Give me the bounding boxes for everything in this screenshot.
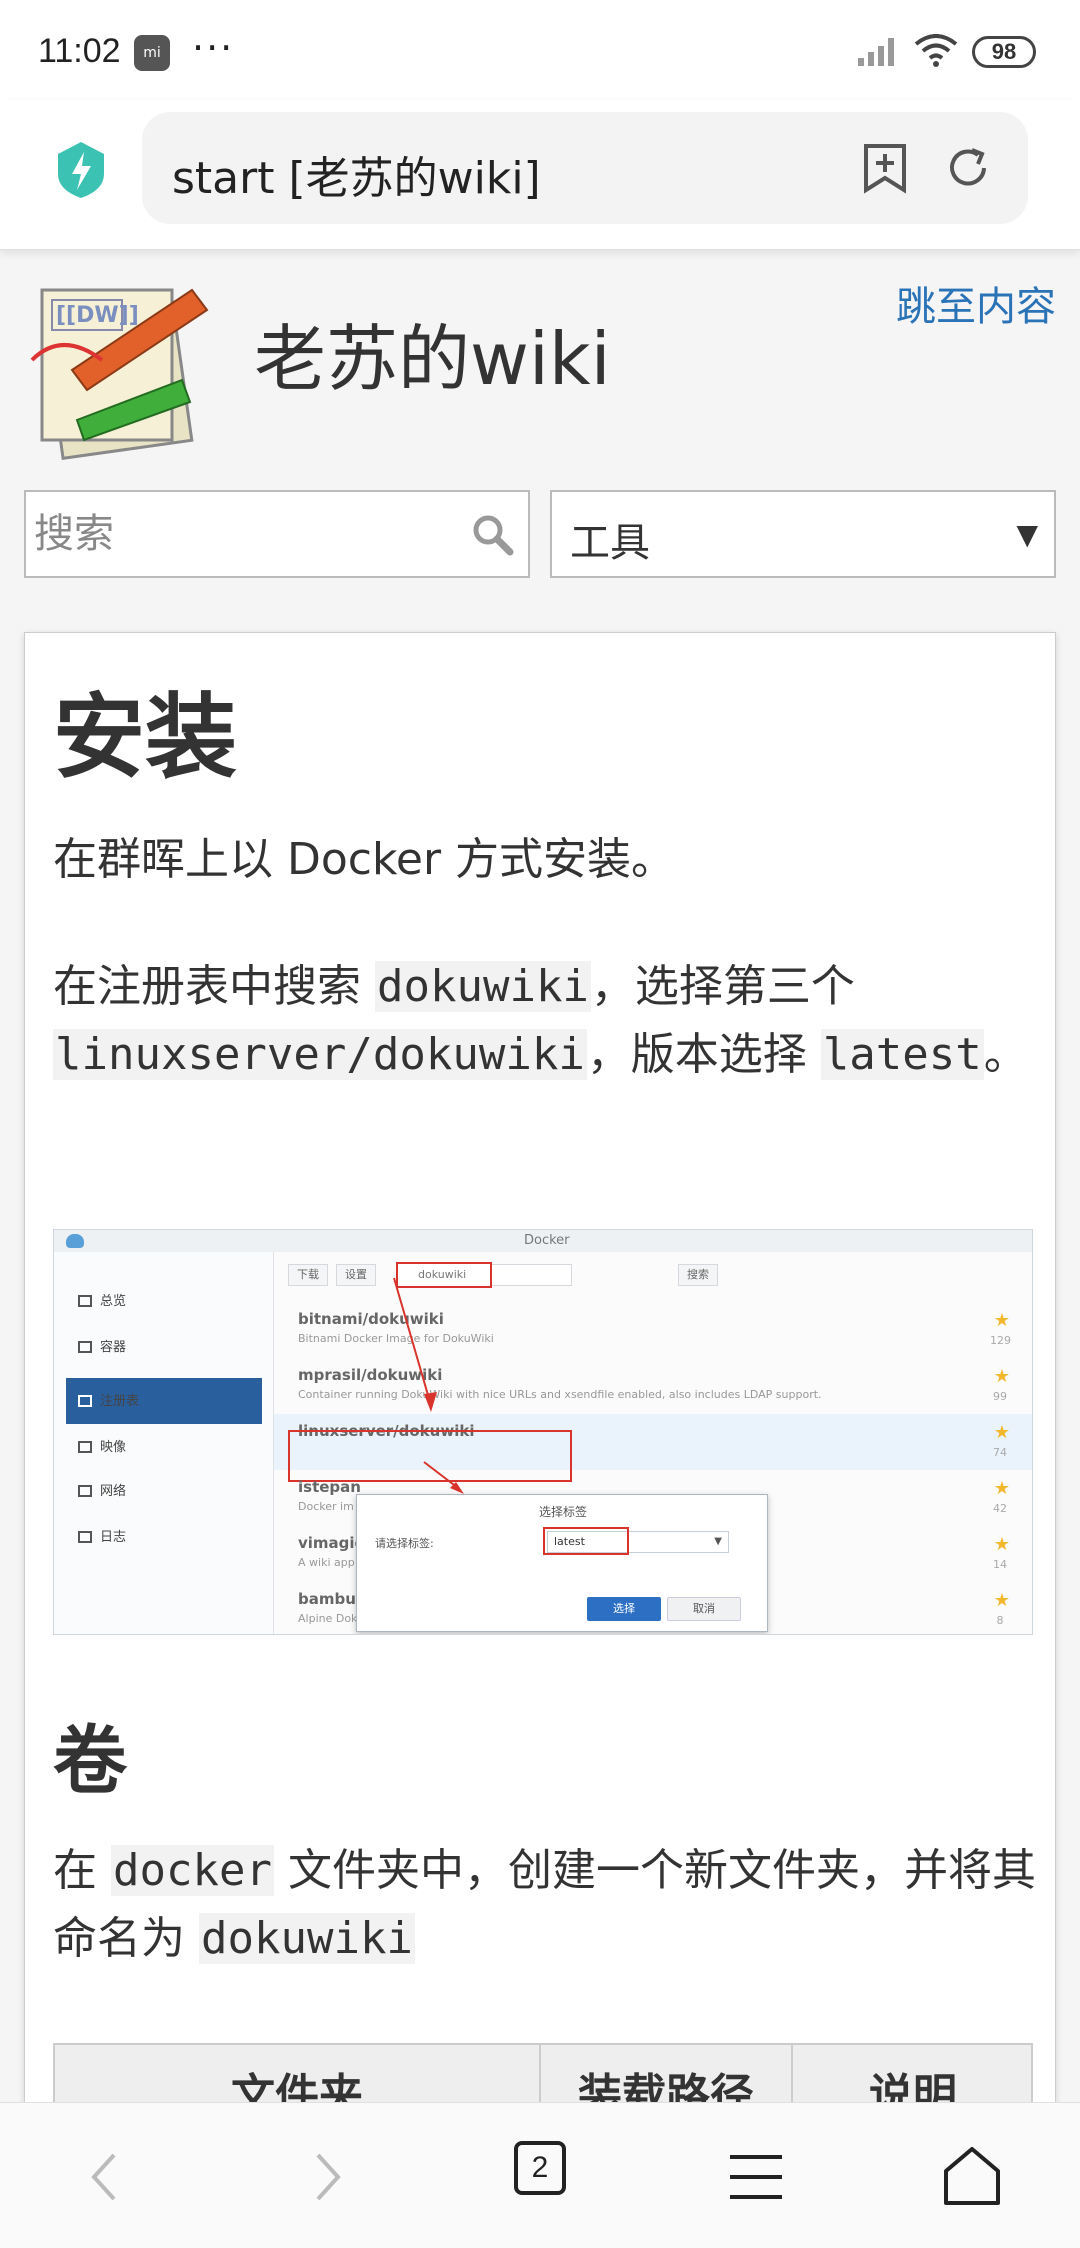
screenshot-titlebar: Docker	[54, 1230, 1032, 1252]
log-icon	[78, 1531, 92, 1543]
search-field[interactable]	[24, 490, 530, 578]
site-title[interactable]: 老苏的wiki	[254, 300, 611, 405]
registry-icon	[78, 1395, 92, 1407]
screenshot-nav-overview: 总览	[78, 1290, 126, 1309]
code-dokuwiki: dokuwiki	[199, 1913, 415, 1964]
screenshot-nav-image: 映像	[78, 1436, 126, 1455]
screenshot-nav-container: 容器	[78, 1336, 126, 1355]
tools-dropdown[interactable]: 工具 ▼	[550, 490, 1056, 578]
back-icon[interactable]	[66, 2137, 146, 2217]
tabs-button[interactable]: 2	[514, 2141, 566, 2195]
screenshot-nav-network: 网络	[78, 1480, 126, 1499]
logo-text: [[DW]]	[56, 303, 139, 328]
paragraph-install: 在群晖上以 Docker 方式安装。	[53, 834, 676, 885]
more-notifications-icon: ···	[192, 26, 235, 70]
image-icon	[78, 1441, 92, 1453]
screenshot-nav-registry: 注册表	[78, 1390, 139, 1409]
screenshot-nav-log: 日志	[78, 1526, 126, 1545]
heading-volume: 卷	[53, 1718, 127, 1804]
mi-app-icon: mi	[134, 35, 170, 71]
paragraph-registry: 在注册表中搜索 dokuwiki，选择第三个 linuxserver/dokuw…	[53, 961, 1028, 1080]
dokuwiki-logo[interactable]: [[DW]]	[22, 270, 222, 470]
table-header-description: 说明	[869, 2070, 957, 2102]
tools-dropdown-label: 工具	[570, 520, 650, 566]
heading-install: 安装	[53, 684, 238, 791]
signal-icon	[858, 38, 894, 66]
code-docker: docker	[111, 1845, 274, 1896]
screenshot-window-title: Docker	[524, 1233, 570, 1248]
security-shield-icon[interactable]	[54, 140, 108, 200]
docker-screenshot-image[interactable]: Docker 总览 容器 注册表 映像 网络 日志 下载 设置 dokuwiki…	[53, 1229, 1033, 1635]
search-input[interactable]	[26, 492, 456, 576]
browser-bottom-nav: 2	[0, 2102, 1080, 2248]
network-icon	[78, 1485, 92, 1497]
status-time: 11:02	[38, 32, 121, 70]
paragraph-volume: 在 docker 文件夹中，创建一个新文件夹，并将其命名为 dokuwiki	[53, 1845, 1036, 1964]
forward-icon[interactable]	[286, 2137, 366, 2217]
docker-whale-icon	[66, 1234, 84, 1248]
web-page: [[DW]] 老苏的wiki 跳至内容 工具 ▼ 安装 在群晖上以 Docker…	[0, 250, 1080, 2102]
add-bookmark-icon[interactable]	[862, 142, 908, 194]
code-linuxserver-dokuwiki: linuxserver/dokuwiki	[53, 1029, 587, 1080]
container-icon	[78, 1341, 92, 1353]
address-bar[interactable]: start [老苏的wiki]	[142, 112, 1028, 224]
wifi-icon	[914, 34, 958, 67]
code-latest: latest	[820, 1029, 984, 1080]
home-icon[interactable]	[932, 2137, 1012, 2217]
reload-icon[interactable]	[942, 142, 994, 194]
table-header-folder: 文件夹	[231, 2070, 363, 2102]
red-arrow-icon	[393, 1277, 464, 1494]
battery-icon: 98	[972, 36, 1036, 68]
page-title-url[interactable]: start [老苏的wiki]	[172, 142, 541, 206]
dropdown-arrow-icon: ▼	[1016, 518, 1038, 551]
article-content: 安装 在群晖上以 Docker 方式安装。 在注册表中搜索 dokuwiki，选…	[24, 632, 1056, 2102]
status-bar: 11:02 mi ··· 98	[0, 0, 1080, 100]
volume-table: 文件夹 装载路径 说明	[53, 2043, 1033, 2102]
code-dokuwiki: dokuwiki	[375, 961, 591, 1012]
screenshot-main: 下载 设置 dokuwiki 搜索 bitnami/dokuwiki Bitna…	[274, 1252, 1032, 1634]
screenshot-sidebar: 总览 容器 注册表 映像 网络 日志	[54, 1252, 274, 1634]
menu-icon[interactable]	[716, 2137, 796, 2217]
table-header-mount-path: 装载路径	[578, 2070, 754, 2102]
search-icon[interactable]	[470, 512, 514, 556]
browser-toolbar: start [老苏的wiki]	[0, 100, 1080, 250]
skip-to-content-link[interactable]: 跳至内容	[896, 274, 1056, 332]
overview-icon	[78, 1295, 92, 1307]
